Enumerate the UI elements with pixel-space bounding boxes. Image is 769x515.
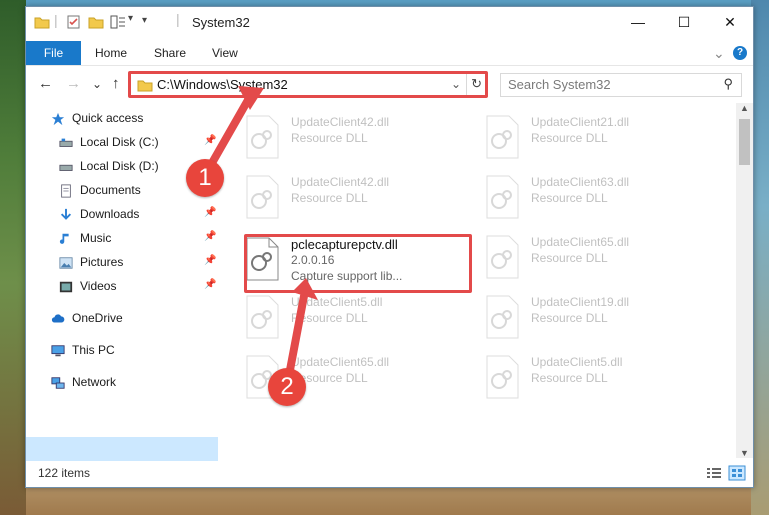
arrow-2-shaft [286, 292, 308, 374]
step-1-badge: 1 [186, 159, 224, 197]
arrow-1-shaft [204, 96, 252, 174]
annotation-overlay [204, 86, 318, 374]
step-2-badge: 2 [268, 368, 306, 406]
